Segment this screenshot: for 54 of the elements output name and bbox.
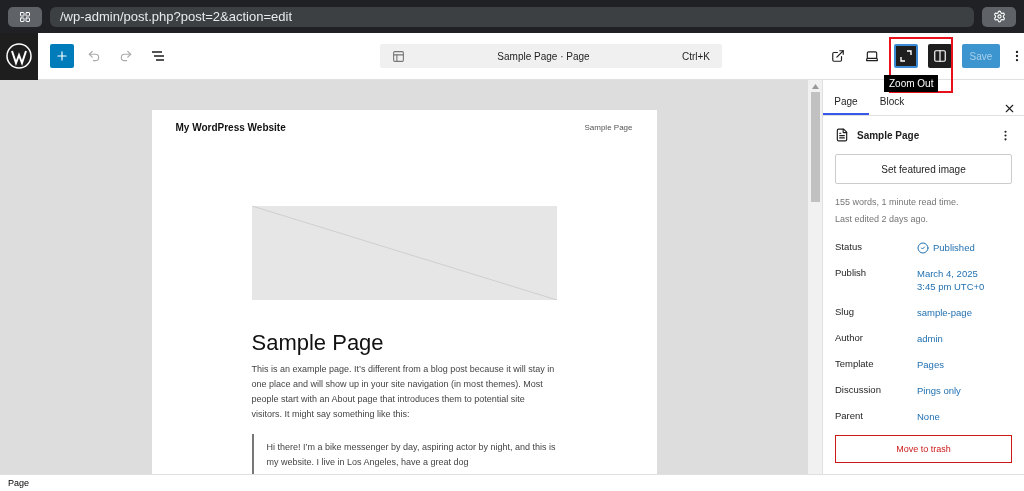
body-paragraph: This is an example page. It’s different from a blog post because it will stay in one place and will show up in your site navigation (in most themes). Most people start with an About page that introduces them to potential site visitors. It might say something like this:	[251, 363, 556, 421]
field-link[interactable]: Pages	[917, 358, 1012, 371]
trash-button[interactable]: Move to trash	[835, 435, 1012, 463]
field-label: Author	[835, 332, 864, 345]
quote-text: Hi there! I’m a bike messenger by day, aspiring actor by night, and this is my website. I live in Los Angeles, have a great dog	[266, 441, 557, 469]
field-link[interactable]: admin	[917, 332, 1012, 345]
close-icon[interactable]	[1003, 102, 1016, 115]
address-bar[interactable]: /wp-admin/post.php?post=2&action=edit	[50, 6, 974, 27]
field-label: Publish	[835, 267, 868, 280]
corners-icon	[900, 50, 912, 62]
zoom-out-button[interactable]	[894, 44, 918, 68]
scrollbar-thumb[interactable]	[810, 92, 820, 202]
wordpress-logo-icon[interactable]	[6, 43, 32, 69]
page-heading: Sample Page	[251, 330, 385, 356]
field-label: Slug	[835, 306, 855, 319]
external-link-icon	[831, 49, 845, 63]
site-title: My WordPress Website	[175, 122, 286, 133]
check-circle-icon	[917, 241, 929, 254]
field-label: Parent	[835, 410, 864, 423]
status-link[interactable]: Published	[917, 241, 1012, 254]
command-bar[interactable]: Sample Page · Page Ctrl+K	[380, 44, 722, 68]
list-icon	[150, 50, 166, 62]
field-link[interactable]: March 4, 2025 3:45 pm UTC+0	[917, 267, 1012, 293]
panel-title: Sample Page	[857, 129, 921, 141]
laptop-icon	[865, 49, 879, 63]
shortcut-hint: Ctrl+K	[681, 50, 710, 62]
meta-text: 155 words, 1 minute read time.	[835, 196, 960, 209]
page-icon	[835, 128, 849, 142]
settings-button[interactable]	[982, 6, 1016, 27]
add-block-button[interactable]	[50, 44, 74, 68]
undo-icon	[87, 49, 101, 63]
featured-image-button[interactable]: Set featured image	[835, 154, 1012, 184]
document-title: Sample Page · Page	[496, 50, 591, 62]
field-link[interactable]: sample-page	[917, 306, 1012, 319]
sidebar-tab[interactable]: Page	[823, 89, 869, 115]
redo-icon	[119, 49, 133, 63]
apps-button[interactable]	[8, 6, 42, 27]
grid-icon	[19, 10, 31, 23]
breadcrumb[interactable]: Page	[0, 474, 1024, 491]
settings-icon	[992, 10, 1006, 23]
field-label: Template	[835, 358, 875, 371]
status-text: Published	[933, 241, 975, 254]
sidebar-tab[interactable]: Block	[869, 89, 915, 115]
field-label: Status	[835, 241, 863, 254]
field-label: Discussion	[835, 384, 882, 397]
meta-text: Last edited 2 days ago.	[835, 213, 930, 226]
settings-panel-button[interactable]	[928, 44, 952, 68]
field-link[interactable]: Pings only	[917, 384, 1012, 397]
columns-icon	[933, 49, 947, 63]
tooltip: Zoom Out	[884, 75, 939, 92]
layout-icon	[392, 49, 405, 63]
field-link[interactable]: None	[917, 410, 1012, 423]
plus-icon	[55, 49, 69, 63]
nav-link[interactable]: Sample Page	[584, 123, 633, 132]
